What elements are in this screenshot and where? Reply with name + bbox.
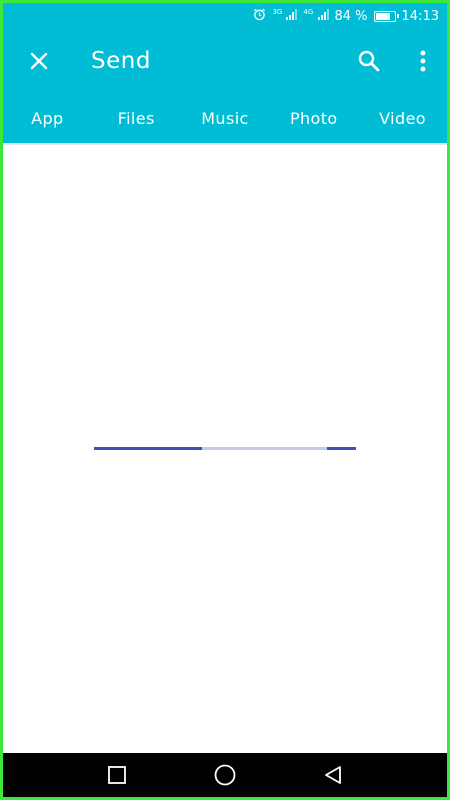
progress-indicator-primary (94, 447, 202, 450)
page-title: Send (91, 48, 151, 74)
toolbar: Send (3, 29, 447, 93)
tab-files[interactable]: Files (92, 93, 181, 143)
signal-bars-icon (317, 8, 329, 20)
circle-home-icon (214, 764, 236, 786)
search-icon (358, 50, 380, 72)
network-4g-label: 4G (303, 7, 314, 16)
content-area (3, 145, 447, 753)
home-button[interactable] (203, 753, 247, 797)
navigation-bar (3, 753, 447, 797)
more-vert-icon (420, 50, 426, 72)
signal-bars-icon (286, 8, 298, 20)
clock: 14:13 (401, 8, 439, 24)
progress-indicator-secondary (327, 447, 356, 450)
tab-music[interactable]: Music (181, 93, 270, 143)
tab-video[interactable]: Video (358, 93, 447, 143)
back-button[interactable] (311, 753, 355, 797)
battery-fill (375, 12, 390, 20)
battery-percent: 84 % (334, 8, 368, 24)
network-3g-label: 3G (272, 7, 283, 16)
more-options-button[interactable] (403, 41, 443, 81)
tab-bar: App Files Music Photo Video (3, 93, 447, 143)
recents-button[interactable] (95, 753, 139, 797)
search-button[interactable] (349, 41, 389, 81)
close-button[interactable] (19, 41, 59, 81)
app-bar: 3G 4G 84 % 14:13 Send App Files Music Ph… (3, 3, 447, 143)
status-bar: 3G 4G 84 % 14:13 (3, 3, 447, 29)
square-recents-icon (108, 766, 126, 784)
tab-app[interactable]: App (3, 93, 92, 143)
alarm-clock-icon (253, 8, 266, 25)
tab-photo[interactable]: Photo (269, 93, 358, 143)
loading-progress-bar (94, 447, 356, 450)
device-frame: 3G 4G 84 % 14:13 Send App Files Music Ph… (0, 0, 450, 800)
triangle-back-icon (325, 766, 341, 784)
signal-4g: 4G (303, 7, 329, 24)
battery-icon (373, 10, 399, 22)
close-icon (30, 52, 48, 70)
signal-3g: 3G (272, 7, 298, 24)
